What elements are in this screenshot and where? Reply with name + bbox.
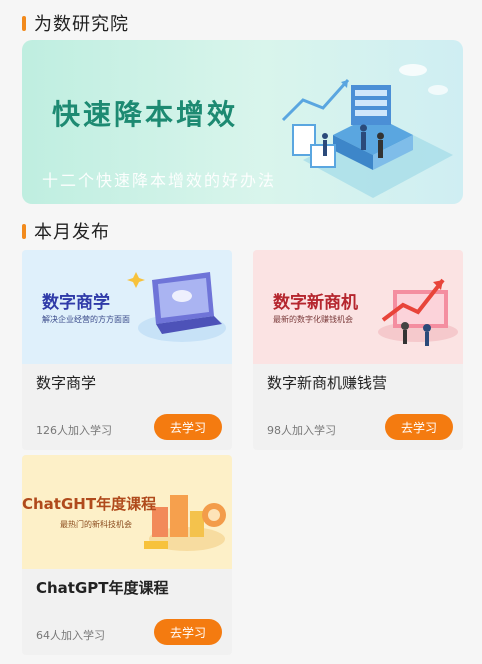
thumbnail-title: 数字新商机 xyxy=(273,293,358,313)
learner-count: 126人加入学习 xyxy=(36,424,112,437)
thumbnail-subtitle: 最热门的新科技机会 xyxy=(60,520,132,529)
section-title: 本月发布 xyxy=(34,222,110,243)
section-header-monthly: 本月发布 xyxy=(22,218,110,244)
laptop-illustration xyxy=(127,272,226,342)
go-learn-button[interactable]: 去学习 xyxy=(154,414,222,440)
banner-subtitle: 十二个快速降本增效的好办法 xyxy=(42,171,277,190)
course-card[interactable]: 数字新商机 最新的数字化赚钱机会 数字新商机赚钱营 98人加入学习 去学习 xyxy=(253,250,463,450)
course-thumbnail: 数字新商机 最新的数字化赚钱机会 xyxy=(253,250,463,364)
section-title: 为数研究院 xyxy=(34,14,129,35)
course-thumbnail: ChatGHT年度课程 最热门的新科技机会 xyxy=(22,455,232,569)
course-card[interactable]: ChatGHT年度课程 最热门的新科技机会 ChatGPT年度课程 64人加入学… xyxy=(22,455,232,655)
promo-banner[interactable]: 快速降本增效 十二个快速降本增效的好办法 xyxy=(22,40,463,204)
thumbnail-subtitle: 解决企业经营的方方面面 xyxy=(42,315,130,324)
banner-headline: 快速降本增效 xyxy=(52,98,239,131)
thumbnail-subtitle: 最新的数字化赚钱机会 xyxy=(273,315,353,324)
course-name: 数字新商机赚钱营 xyxy=(267,374,388,392)
growth-chart-illustration xyxy=(378,278,458,346)
learner-count: 98人加入学习 xyxy=(267,424,336,437)
section-accent-bar xyxy=(22,223,26,239)
course-thumbnail: 数字商学 解决企业经营的方方面面 xyxy=(22,250,232,364)
course-name: ChatGPT年度课程 xyxy=(36,579,169,597)
learner-count: 64人加入学习 xyxy=(36,629,105,642)
office-illustration xyxy=(281,64,453,198)
go-learn-button[interactable]: 去学习 xyxy=(154,619,222,645)
section-accent-bar xyxy=(22,15,26,31)
section-header-research: 为数研究院 xyxy=(22,10,129,36)
go-learn-button[interactable]: 去学习 xyxy=(385,414,453,440)
course-card[interactable]: 数字商学 解决企业经营的方方面面 数字商学 126人加入学习 去学习 xyxy=(22,250,232,450)
thumbnail-title: 数字商学 xyxy=(42,293,110,313)
thumbnail-title: ChatGHT年度课程 xyxy=(22,495,157,513)
course-name: 数字商学 xyxy=(36,374,97,392)
